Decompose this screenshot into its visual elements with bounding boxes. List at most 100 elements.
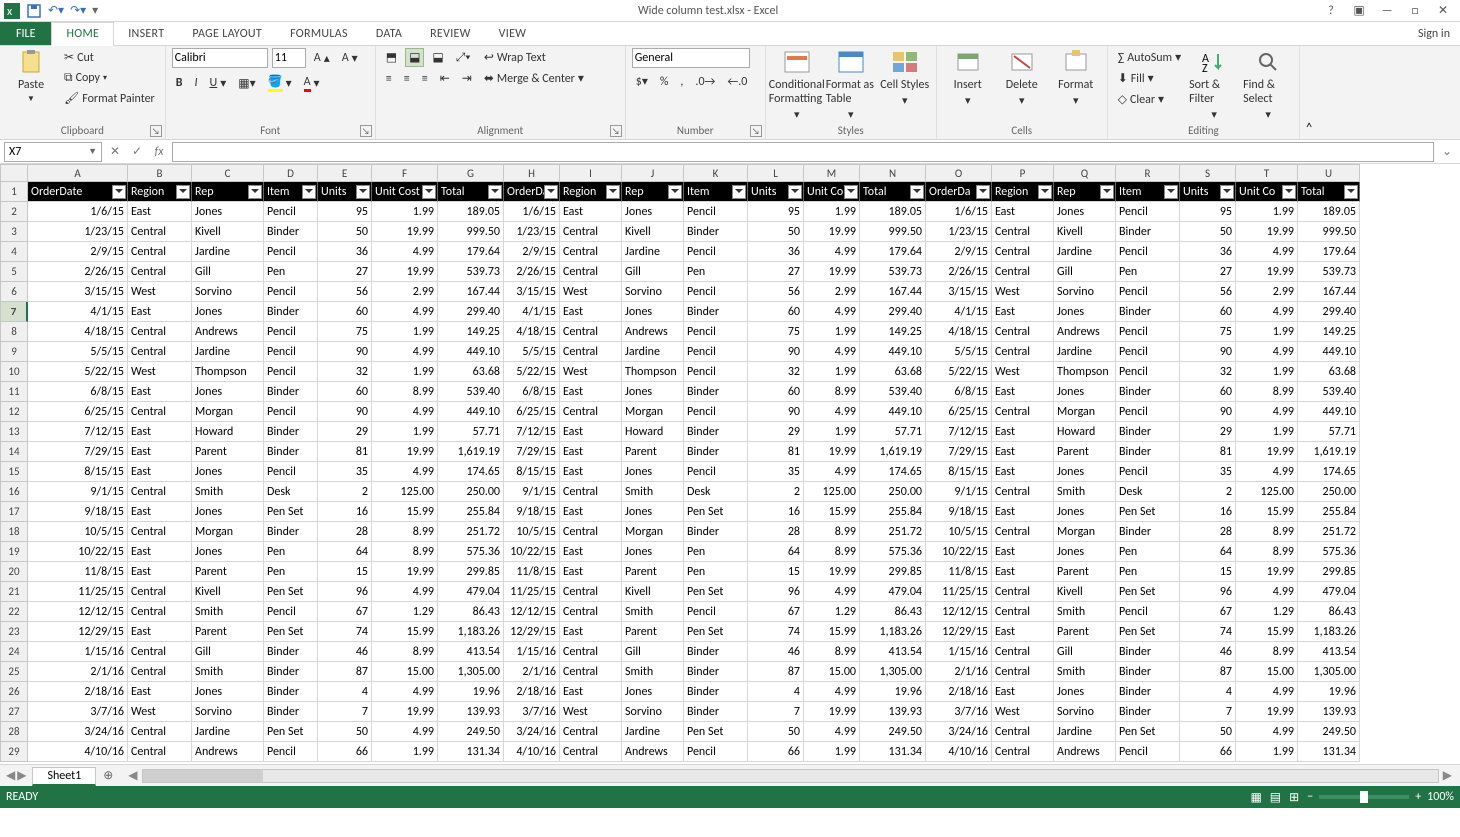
cell[interactable]: 75 [318, 322, 372, 342]
cell[interactable]: 250.00 [860, 482, 926, 502]
cell[interactable]: 64 [318, 542, 372, 562]
cell[interactable]: Jardine [192, 722, 264, 742]
row-header[interactable]: 1 [0, 182, 28, 202]
cell[interactable]: 50 [1180, 222, 1236, 242]
cell[interactable]: Jardine [622, 342, 684, 362]
minimize-icon[interactable]: — [1374, 2, 1400, 20]
cell[interactable]: 50 [1180, 722, 1236, 742]
cell[interactable]: Central [560, 662, 622, 682]
filter-dropdown-icon[interactable] [176, 185, 190, 199]
cell[interactable]: 60 [318, 302, 372, 322]
cell[interactable]: West [128, 282, 192, 302]
cell[interactable]: 2/18/16 [28, 682, 128, 702]
cell[interactable]: Smith [622, 662, 684, 682]
cell[interactable]: 999.50 [860, 222, 926, 242]
cell[interactable]: 28 [748, 522, 804, 542]
cell[interactable]: 12/12/15 [504, 602, 560, 622]
cell[interactable]: Kivell [192, 222, 264, 242]
row-header[interactable]: 12 [0, 402, 28, 422]
tab-page-layout[interactable]: PAGE LAYOUT [178, 22, 276, 45]
insert-cells-button[interactable]: Insert▾ [943, 48, 993, 107]
cell[interactable]: 63.68 [438, 362, 504, 382]
cell[interactable]: Pencil [1116, 342, 1180, 362]
wrap-text-button[interactable]: ↩Wrap Text [480, 48, 588, 67]
cell[interactable]: 2 [318, 482, 372, 502]
cell[interactable]: Sorvino [192, 282, 264, 302]
cell[interactable]: Jardine [1054, 342, 1116, 362]
cell[interactable]: 174.65 [438, 462, 504, 482]
table-header-cell[interactable]: Item [264, 182, 318, 202]
spreadsheet-grid[interactable]: ABCDEFGHIJKLMNOPQRSTU 1OrderDateRegionRe… [0, 164, 1460, 764]
cell[interactable]: Binder [264, 662, 318, 682]
merge-center-button[interactable]: ⬌Merge & Center▾ [480, 69, 588, 88]
format-cells-button[interactable]: Format▾ [1051, 48, 1101, 107]
cell[interactable]: Thompson [1054, 362, 1116, 382]
row-header[interactable]: 11 [0, 382, 28, 402]
cell[interactable]: 11/8/15 [504, 562, 560, 582]
cell[interactable]: 15.00 [804, 662, 860, 682]
row-header[interactable]: 7 [0, 302, 28, 322]
cell[interactable]: 539.40 [860, 382, 926, 402]
cell[interactable]: 2/9/15 [28, 242, 128, 262]
cell[interactable]: 2/26/15 [504, 262, 560, 282]
cell[interactable]: East [128, 622, 192, 642]
cell[interactable]: 1.99 [372, 422, 438, 442]
filter-dropdown-icon[interactable] [910, 185, 924, 199]
cell[interactable]: Pencil [264, 402, 318, 422]
cell[interactable]: 5/22/15 [926, 362, 992, 382]
cell[interactable]: 46 [318, 642, 372, 662]
cell[interactable]: Andrews [622, 322, 684, 342]
cell[interactable]: Binder [684, 662, 748, 682]
cell[interactable]: Jones [622, 462, 684, 482]
cell[interactable]: 2.99 [1236, 282, 1298, 302]
cell[interactable]: Jones [622, 502, 684, 522]
tab-review[interactable]: REVIEW [416, 22, 485, 45]
cell[interactable]: Pen Set [684, 582, 748, 602]
cell[interactable]: Jones [622, 202, 684, 222]
italic-button[interactable]: I [190, 74, 201, 92]
cell[interactable]: West [128, 362, 192, 382]
row-header[interactable]: 17 [0, 502, 28, 522]
zoom-in-icon[interactable]: + [1415, 790, 1421, 804]
cell[interactable]: Jones [192, 542, 264, 562]
cell[interactable]: 46 [748, 642, 804, 662]
row-header[interactable]: 27 [0, 702, 28, 722]
cell[interactable]: 2 [1180, 482, 1236, 502]
cell[interactable]: Binder [1116, 642, 1180, 662]
cell[interactable]: Gill [622, 642, 684, 662]
cell[interactable]: 8.99 [1236, 542, 1298, 562]
cell[interactable]: 250.00 [1298, 482, 1360, 502]
cell[interactable]: Smith [622, 482, 684, 502]
cell[interactable]: Gill [1054, 262, 1116, 282]
cell[interactable]: East [992, 542, 1054, 562]
table-header-cell[interactable]: Unit Cost [372, 182, 438, 202]
cell[interactable]: Central [128, 642, 192, 662]
save-icon[interactable] [26, 3, 42, 19]
cell[interactable]: 4.99 [804, 722, 860, 742]
collapse-ribbon-icon[interactable]: ^ [1300, 46, 1318, 139]
cell[interactable]: Smith [192, 602, 264, 622]
page-layout-view-icon[interactable]: ▤ [1270, 790, 1281, 805]
row-header[interactable]: 15 [0, 462, 28, 482]
cell[interactable]: Central [128, 522, 192, 542]
column-header[interactable]: G [438, 164, 504, 182]
cell[interactable]: 8/15/15 [926, 462, 992, 482]
cell[interactable]: 2/9/15 [926, 242, 992, 262]
cell[interactable]: 35 [318, 462, 372, 482]
cell[interactable]: Kivell [1054, 582, 1116, 602]
cell[interactable]: 1.99 [372, 202, 438, 222]
format-painter-button[interactable]: 🖌Format Painter [60, 89, 159, 108]
cell[interactable]: 90 [748, 342, 804, 362]
cell[interactable]: Jones [1054, 302, 1116, 322]
table-header-cell[interactable]: Item [1116, 182, 1180, 202]
cell[interactable]: 5/22/15 [28, 362, 128, 382]
cell[interactable]: 28 [1180, 522, 1236, 542]
cell[interactable]: East [560, 462, 622, 482]
cell[interactable]: Binder [684, 222, 748, 242]
cell[interactable]: 1.29 [804, 602, 860, 622]
autosum-button[interactable]: ∑AutoSum▾ [1114, 48, 1185, 67]
cell[interactable]: Central [560, 222, 622, 242]
page-break-view-icon[interactable]: ⊞ [1289, 790, 1299, 805]
cell[interactable]: East [992, 502, 1054, 522]
fill-color-button[interactable]: 🪣▾ [264, 72, 296, 94]
